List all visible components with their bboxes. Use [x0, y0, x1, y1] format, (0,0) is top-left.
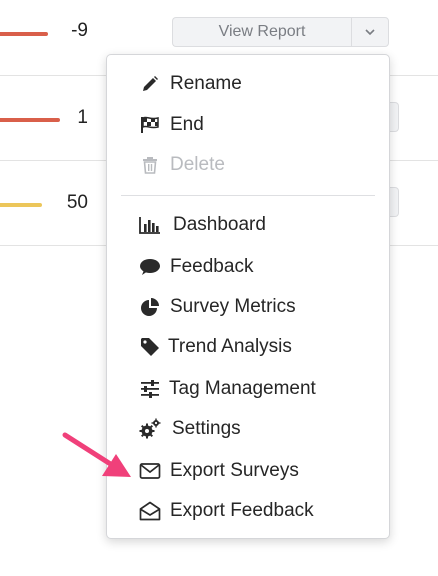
dropdown-toggle-button[interactable] — [351, 17, 389, 47]
bar-chart-icon — [139, 214, 161, 236]
gears-icon — [139, 418, 161, 440]
view-report-button[interactable]: View Report — [172, 17, 351, 47]
menu-item-label: Dashboard — [173, 214, 266, 235]
menu-item-feedback[interactable]: Feedback — [139, 252, 253, 282]
menu-item-export-feedback[interactable]: Export Feedback — [139, 496, 314, 526]
score-bar — [0, 32, 48, 36]
speech-bubble-icon — [139, 256, 161, 278]
trash-icon — [139, 154, 161, 176]
score-value: 1 — [77, 107, 88, 128]
menu-item-delete: Delete — [139, 150, 225, 180]
menu-item-tag-management[interactable]: Tag Management — [139, 374, 316, 404]
pie-chart-icon — [139, 296, 161, 318]
tag-icon — [139, 336, 161, 358]
menu-item-survey-metrics[interactable]: Survey Metrics — [139, 292, 296, 322]
menu-item-label: Rename — [170, 73, 242, 94]
menu-item-dashboard[interactable]: Dashboard — [139, 210, 266, 240]
score-value: -9 — [71, 20, 88, 41]
chevron-down-icon — [365, 29, 375, 36]
envelope-open-icon — [139, 500, 161, 522]
menu-item-label: Delete — [170, 154, 225, 175]
menu-item-end[interactable]: End — [139, 110, 204, 140]
menu-item-label: Export Feedback — [170, 500, 314, 521]
menu-item-label: Survey Metrics — [170, 296, 296, 317]
menu-item-label: Trend Analysis — [168, 336, 292, 357]
score-value: 50 — [66, 192, 88, 213]
menu-item-rename[interactable]: Rename — [139, 69, 242, 99]
menu-item-label: End — [170, 114, 204, 135]
pencil-icon — [139, 73, 161, 95]
menu-item-label: Export Surveys — [170, 460, 299, 481]
menu-item-label: Tag Management — [169, 378, 316, 399]
menu-item-export-surveys[interactable]: Export Surveys — [139, 456, 299, 486]
menu-item-label: Feedback — [170, 256, 254, 277]
menu-item-settings[interactable]: Settings — [139, 414, 241, 444]
annotation-arrow-icon — [62, 432, 131, 477]
menu-divider — [121, 195, 375, 196]
menu-item-trend-analysis[interactable]: Trend Analysis — [139, 332, 292, 362]
sliders-icon — [139, 378, 161, 400]
score-bar — [0, 203, 42, 207]
view-report-split-button: View Report — [172, 17, 389, 47]
actions-dropdown-menu: Rename End Delete Dashboard Feedback Sur… — [106, 54, 390, 539]
envelope-closed-icon — [139, 460, 161, 482]
checkered-flag-icon — [139, 114, 161, 136]
menu-item-label: Settings — [172, 418, 241, 439]
